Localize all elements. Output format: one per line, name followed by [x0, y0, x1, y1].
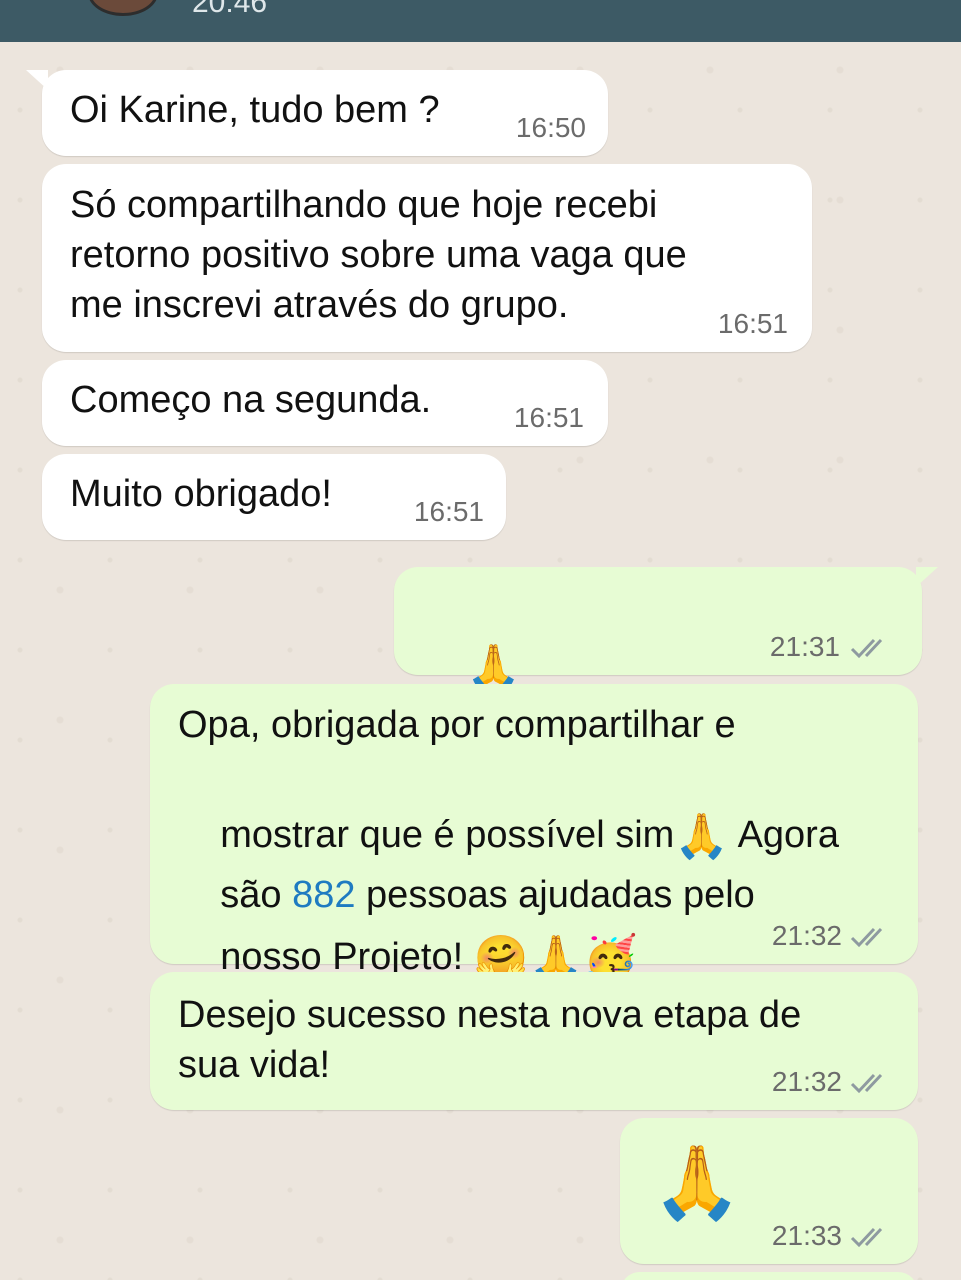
message-text: Oi Karine, tudo bem ?: [70, 89, 440, 131]
message-time: 16:51: [413, 496, 484, 527]
message-bubble-outgoing-partial[interactable]: [620, 1272, 918, 1280]
message-bubble-outgoing[interactable]: 🙏 21:33: [620, 1118, 918, 1264]
message-bubble-outgoing[interactable]: Desejo sucesso nesta nova etapa de sua v…: [150, 972, 918, 1110]
bubble-tail: [26, 70, 48, 90]
message-text-line: retorno positivo sobre uma vaga que: [70, 234, 687, 276]
read-ticks-icon: [850, 1073, 883, 1094]
message-text-line: Só compartilhando que hoje recebi: [70, 184, 658, 226]
avatar[interactable]: [88, 0, 158, 16]
read-ticks-icon: [850, 927, 883, 948]
message-time: 16:51: [717, 308, 788, 339]
message-bubble-incoming[interactable]: Só compartilhando que hoje recebi retorn…: [42, 164, 812, 352]
message-text-line: me inscrevi através do grupo.: [70, 284, 569, 326]
message-bubble-incoming[interactable]: Oi Karine, tudo bem ? 16:50: [26, 70, 608, 156]
message-time: 21:33: [771, 1220, 842, 1251]
message-bubble-outgoing[interactable]: Opa, obrigada por compartilhar e mostrar…: [150, 684, 918, 983]
folded-hands-icon: 🙏: [652, 1143, 742, 1223]
header-time: 20:46: [192, 0, 268, 19]
message-text-line: Desejo sucesso nesta nova etapa de: [178, 994, 802, 1036]
message-bubble-outgoing[interactable]: 🙏 🙏 🙏 🙏 🙏 21:31: [394, 567, 938, 900]
bubble-tail: [916, 567, 938, 587]
message-bubble-incoming[interactable]: Começo na segunda. 16:51: [42, 360, 608, 446]
message-text-line: sua vida!: [178, 1044, 331, 1086]
read-ticks-icon: [850, 638, 883, 659]
message-text: Muito obrigado!: [70, 473, 332, 515]
message-time: 21:32: [771, 920, 842, 951]
message-time: 16:51: [513, 402, 584, 433]
message-time: 21:32: [771, 1066, 842, 1097]
message-time: 16:50: [515, 112, 586, 143]
message-bubble-incoming[interactable]: Muito obrigado! 16:51: [42, 454, 506, 540]
message-time: 21:31: [769, 631, 840, 662]
chat-header: 20:46: [0, 0, 961, 42]
message-text-line: Opa, obrigada por compartilhar e: [178, 704, 736, 746]
message-text: Começo na segunda.: [70, 379, 432, 421]
read-ticks-icon: [850, 1227, 883, 1248]
